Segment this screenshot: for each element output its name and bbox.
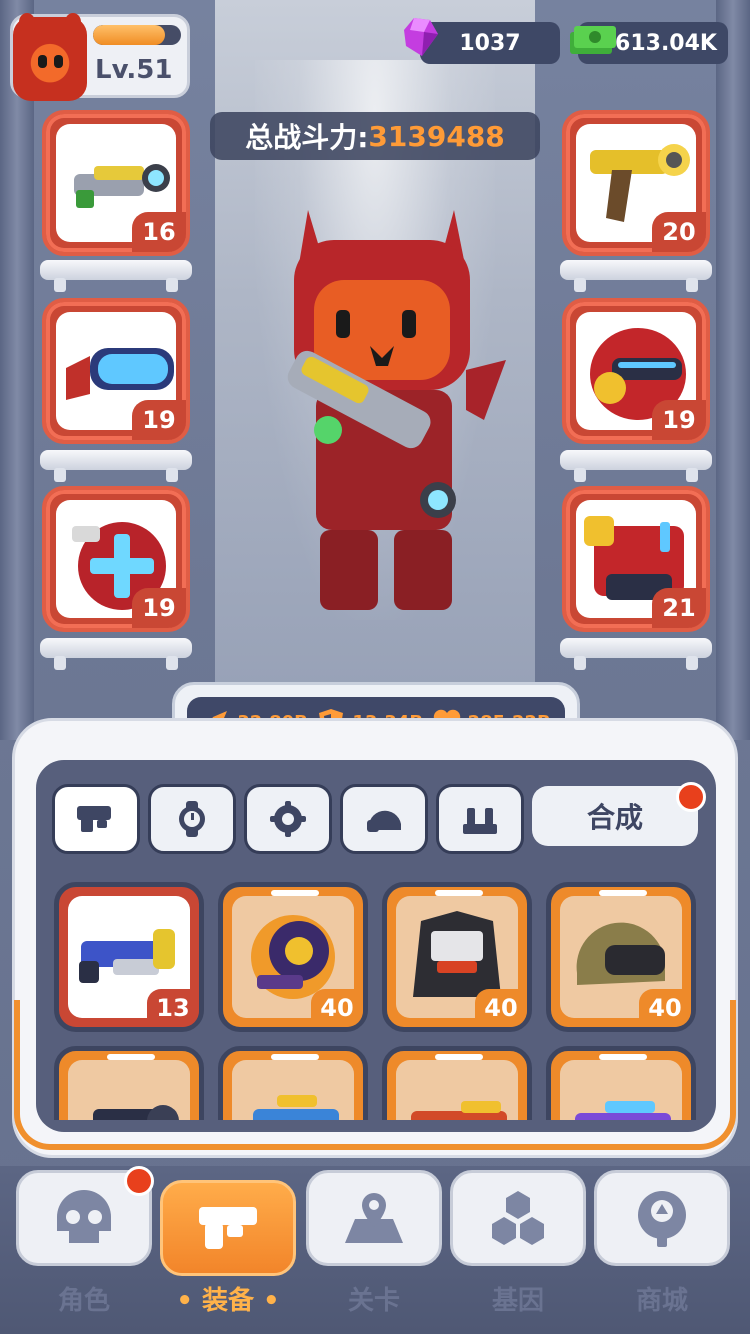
item-count: 13	[147, 989, 199, 1027]
cash-icon	[570, 26, 616, 54]
tab-watch[interactable]	[148, 784, 236, 854]
item-count: 21	[652, 588, 706, 628]
player-character	[287, 210, 506, 610]
item-count: 20	[652, 212, 706, 252]
inventory-item[interactable]: 40	[546, 882, 696, 1032]
inventory-item[interactable]	[54, 1046, 204, 1120]
blue-rifle-icon	[253, 1095, 339, 1120]
item-count: 40	[639, 989, 691, 1027]
total-power-banner: 总战斗力: 3139488	[210, 112, 540, 160]
horn-icon	[19, 13, 35, 31]
shelf	[560, 260, 712, 292]
item-count: 19	[652, 400, 706, 440]
tab-gun[interactable]	[52, 784, 140, 854]
total-power-value: 3139488	[368, 119, 505, 153]
shelf	[560, 638, 712, 670]
plasma-gun-icon	[74, 164, 170, 208]
item-count: 19	[132, 400, 186, 440]
nav-equipment[interactable]	[160, 1180, 296, 1276]
eye-icon	[38, 55, 47, 68]
inventory-row-clip	[36, 1040, 716, 1120]
item-count: 16	[132, 212, 186, 252]
gear-tab-icon	[270, 801, 306, 837]
watch-tab-icon	[179, 801, 205, 837]
equip-slot-helmet[interactable]: 19	[562, 298, 710, 444]
hexagon-cluster-icon	[492, 1191, 544, 1245]
player-level: Lv.51	[95, 55, 173, 85]
scope-rifle-icon	[93, 1105, 179, 1120]
nav-stage[interactable]	[306, 1170, 442, 1266]
nav-label-gene: 基因	[491, 1286, 544, 1316]
shelf	[40, 638, 192, 670]
nav-label-stage: 关卡	[347, 1286, 400, 1316]
gem-icon	[404, 18, 438, 56]
goggles-icon	[66, 348, 174, 400]
gun-tab-icon	[77, 806, 111, 832]
item-count: 40	[311, 989, 363, 1027]
item-count: 19	[132, 588, 186, 628]
xp-bar-fill	[93, 25, 166, 45]
nav-label-character: 角色	[57, 1286, 110, 1316]
equip-slot-weapon[interactable]: 16	[42, 110, 190, 256]
equip-slot-armor[interactable]: 21	[562, 486, 710, 632]
cash-count: 613.04K	[615, 30, 717, 56]
red-rifle-icon	[411, 1101, 507, 1120]
inventory-item[interactable]: 13	[54, 882, 204, 1032]
boots-tab-icon	[463, 808, 497, 834]
shop-icon	[638, 1191, 686, 1247]
inventory-item[interactable]	[382, 1046, 532, 1120]
purple-rifle-icon	[575, 1101, 671, 1120]
inventory-item[interactable]: 40	[382, 882, 532, 1032]
equip-slot-pistol[interactable]: 20	[562, 110, 710, 256]
horn-icon	[65, 13, 81, 31]
wall-pillar	[0, 0, 34, 740]
notification-dot	[676, 782, 706, 812]
wall-pillar	[716, 0, 750, 740]
tab-helmet[interactable]	[340, 784, 428, 854]
shelf	[560, 450, 712, 482]
nav-shop[interactable]	[594, 1170, 730, 1266]
total-power-label: 总战斗力:	[245, 121, 369, 154]
gem-count: 1037	[459, 30, 521, 56]
eye-icon	[54, 55, 63, 68]
shelf	[40, 450, 192, 482]
equip-slot-glove[interactable]: 19	[42, 486, 190, 632]
nav-label-shop: 商城	[635, 1286, 688, 1316]
shelf	[40, 260, 192, 292]
skull-icon	[57, 1190, 111, 1243]
item-count: 40	[475, 989, 527, 1027]
notification-dot	[124, 1166, 154, 1196]
xp-bar	[93, 25, 181, 45]
nav-gene[interactable]	[450, 1170, 586, 1266]
gun-icon	[199, 1207, 257, 1249]
tab-boots[interactable]	[436, 784, 524, 854]
tab-gear[interactable]	[244, 784, 332, 854]
equip-slot-goggles[interactable]: 19	[42, 298, 190, 444]
player-avatar[interactable]	[13, 13, 87, 101]
helmet-tab-icon	[367, 810, 401, 832]
map-pin-icon	[345, 1193, 403, 1243]
synthesize-button[interactable]: 合成	[532, 786, 698, 846]
nav-label-equipment: • 装备 •	[176, 1286, 280, 1316]
inventory-item[interactable]	[218, 1046, 368, 1120]
player-card[interactable]: Lv.51	[10, 13, 190, 101]
inventory-item[interactable]: 40	[218, 882, 368, 1032]
inventory-item[interactable]	[546, 1046, 696, 1120]
